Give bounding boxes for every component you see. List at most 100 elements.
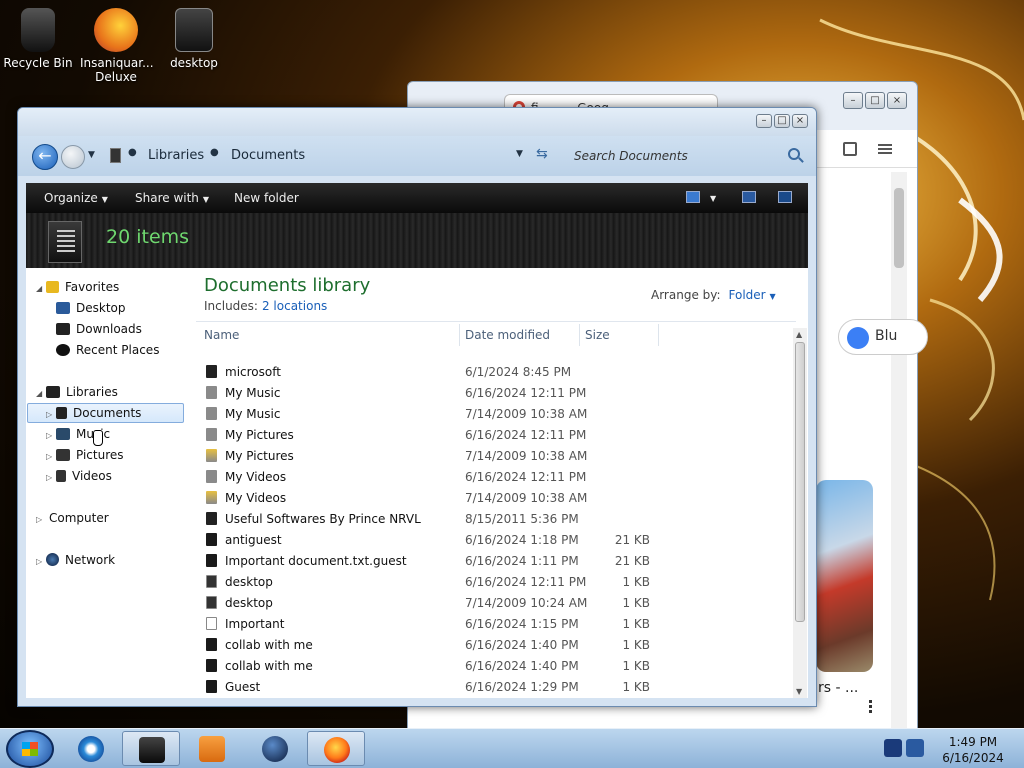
- file-list-scrollbar[interactable]: ▲ ▼: [793, 328, 807, 698]
- nav-item-desktop[interactable]: Desktop: [56, 301, 126, 315]
- image-result-caption[interactable]: rs - ...: [818, 680, 858, 696]
- scroll-down-icon[interactable]: ▼: [796, 687, 802, 696]
- folder-gray-icon: [206, 407, 217, 420]
- column-header-name[interactable]: Name: [204, 328, 239, 342]
- preview-pane-icon[interactable]: [742, 191, 756, 203]
- expand-arrow-icon[interactable]: ▷: [46, 452, 56, 461]
- refresh-icon[interactable]: ⇆: [536, 146, 548, 162]
- history-dropdown-icon[interactable]: ▼: [88, 150, 95, 160]
- taskbar-internet-explorer[interactable]: [62, 731, 120, 766]
- view-dropdown-icon[interactable]: ▼: [710, 194, 716, 203]
- table-row[interactable]: My Music 6/16/2024 12:11 PM: [204, 383, 644, 404]
- arrange-by-dropdown[interactable]: Folder ▼: [729, 288, 776, 302]
- table-row[interactable]: My Music 7/14/2009 10:38 AM: [204, 404, 644, 425]
- share-with-button[interactable]: Share with ▼: [135, 191, 209, 205]
- table-row[interactable]: My Pictures 7/14/2009 10:38 AM: [204, 446, 644, 467]
- file-name: My Pictures: [225, 449, 294, 463]
- desktop-icon-recycle-bin[interactable]: Recycle Bin: [2, 8, 74, 70]
- file-name: My Music: [225, 407, 281, 421]
- nav-item-downloads[interactable]: Downloads: [56, 322, 142, 336]
- table-row[interactable]: Important document.txt.guest 6/16/2024 1:…: [204, 551, 650, 572]
- table-row[interactable]: desktop 6/16/2024 12:11 PM 1 KB: [204, 572, 650, 593]
- table-row[interactable]: My Videos 7/14/2009 10:38 AM: [204, 488, 644, 509]
- clock[interactable]: 1:49 PM 6/16/2024: [930, 734, 1016, 766]
- forward-button[interactable]: [61, 145, 85, 169]
- locations-link[interactable]: 2 locations: [262, 299, 327, 313]
- browser-scrollbar[interactable]: [891, 172, 907, 728]
- nav-item-documents[interactable]: ▷ Documents: [27, 403, 184, 423]
- settings-file-icon: [206, 575, 217, 588]
- tray-network-icon[interactable]: [906, 739, 924, 757]
- taskbar-media-player[interactable]: [183, 731, 241, 766]
- table-row[interactable]: My Videos 6/16/2024 12:11 PM: [204, 467, 644, 488]
- table-row[interactable]: desktop 7/14/2009 10:24 AM 1 KB: [204, 593, 650, 614]
- desktop-icon-desktop-file[interactable]: desktop: [158, 8, 230, 70]
- nav-item-videos[interactable]: ▷ Videos: [46, 469, 112, 483]
- close-button[interactable]: ×: [792, 114, 808, 128]
- file-name: Useful Softwares By Prince NRVL: [225, 512, 421, 526]
- nav-libraries[interactable]: ◢ Libraries: [36, 385, 118, 399]
- scroll-up-icon[interactable]: ▲: [796, 330, 802, 339]
- scrollbar-thumb[interactable]: [894, 188, 904, 268]
- maximize-button[interactable]: □: [865, 92, 885, 109]
- recent-places-icon: [56, 344, 70, 356]
- minimize-button[interactable]: –: [843, 92, 863, 109]
- start-button[interactable]: [6, 730, 54, 768]
- new-folder-button[interactable]: New folder: [234, 191, 299, 205]
- change-view-icon[interactable]: [686, 191, 700, 203]
- table-row[interactable]: microsoft 6/1/2024 8:45 PM: [204, 362, 644, 383]
- library-icon: [110, 148, 121, 163]
- maximize-button[interactable]: □: [774, 114, 790, 128]
- nav-network[interactable]: ▷ Network: [36, 553, 115, 567]
- extensions-icon[interactable]: [843, 142, 857, 156]
- expand-arrow-icon[interactable]: ▷: [36, 557, 46, 566]
- nav-label: Downloads: [76, 322, 142, 336]
- column-header-date[interactable]: Date modified: [465, 328, 550, 342]
- taskbar-explorer[interactable]: [122, 731, 180, 766]
- table-row[interactable]: Guest 6/16/2024 1:29 PM 1 KB: [204, 677, 650, 698]
- taskbar-globe-app[interactable]: [246, 731, 304, 766]
- table-row[interactable]: antiguest 6/16/2024 1:18 PM 21 KB: [204, 530, 650, 551]
- expand-arrow-icon[interactable]: ▷: [46, 410, 56, 419]
- nav-item-pictures[interactable]: ▷ Pictures: [46, 448, 124, 462]
- expand-arrow-icon[interactable]: ▷: [36, 515, 46, 524]
- breadcrumb-documents[interactable]: Documents: [231, 148, 305, 163]
- filter-chip[interactable]: Blu: [838, 319, 928, 355]
- file-date: 6/16/2024 1:40 PM: [465, 638, 579, 652]
- expand-arrow-icon[interactable]: ▷: [46, 473, 56, 482]
- close-button[interactable]: ×: [887, 92, 907, 109]
- back-button[interactable]: ←: [32, 144, 58, 170]
- explorer-titlebar[interactable]: – □ ×: [18, 108, 816, 136]
- table-row[interactable]: collab with me 6/16/2024 1:40 PM 1 KB: [204, 635, 650, 656]
- scrollbar-thumb[interactable]: [795, 342, 805, 622]
- expand-arrow-icon[interactable]: ◢: [36, 389, 46, 398]
- breadcrumb-libraries[interactable]: Libraries: [148, 148, 204, 163]
- table-row[interactable]: My Pictures 6/16/2024 12:11 PM: [204, 425, 644, 446]
- address-dropdown-icon[interactable]: ▼: [516, 149, 523, 159]
- file-size: 1 KB: [622, 659, 650, 673]
- expand-arrow-icon[interactable]: ◢: [36, 284, 46, 293]
- file-dark-icon: [206, 638, 217, 651]
- table-row[interactable]: Useful Softwares By Prince NRVL 8/15/2011…: [204, 509, 644, 530]
- search-input[interactable]: [558, 143, 806, 169]
- table-row[interactable]: Important 6/16/2024 1:15 PM 1 KB: [204, 614, 650, 635]
- more-options-icon[interactable]: [869, 700, 872, 703]
- explorer-window[interactable]: – □ × ← ▼ ● Libraries ● Documents ▼ ⇆ Or…: [17, 107, 817, 707]
- minimize-button[interactable]: –: [756, 114, 772, 128]
- table-row[interactable]: collab with me 6/16/2024 1:40 PM 1 KB: [204, 656, 650, 677]
- column-header-size[interactable]: Size: [585, 328, 610, 342]
- nav-item-recent-places[interactable]: Recent Places: [56, 343, 159, 357]
- file-name: My Music: [225, 386, 281, 400]
- menu-icon[interactable]: [878, 144, 892, 146]
- expand-arrow-icon[interactable]: ▷: [46, 431, 56, 440]
- organize-button[interactable]: Organize ▼: [44, 191, 108, 205]
- tray-app-icon[interactable]: [884, 739, 902, 757]
- nav-favorites[interactable]: ◢ Favorites: [36, 280, 119, 294]
- folder-gray-icon: [206, 470, 217, 483]
- image-result-thumbnail[interactable]: [816, 480, 873, 672]
- search-icon[interactable]: [788, 148, 800, 160]
- nav-computer[interactable]: ▷ Computer: [36, 511, 109, 525]
- desktop-icon-insaniquarium[interactable]: Insaniquar... Deluxe: [80, 8, 154, 84]
- help-icon[interactable]: [778, 191, 792, 203]
- taskbar-firefox[interactable]: [307, 731, 365, 766]
